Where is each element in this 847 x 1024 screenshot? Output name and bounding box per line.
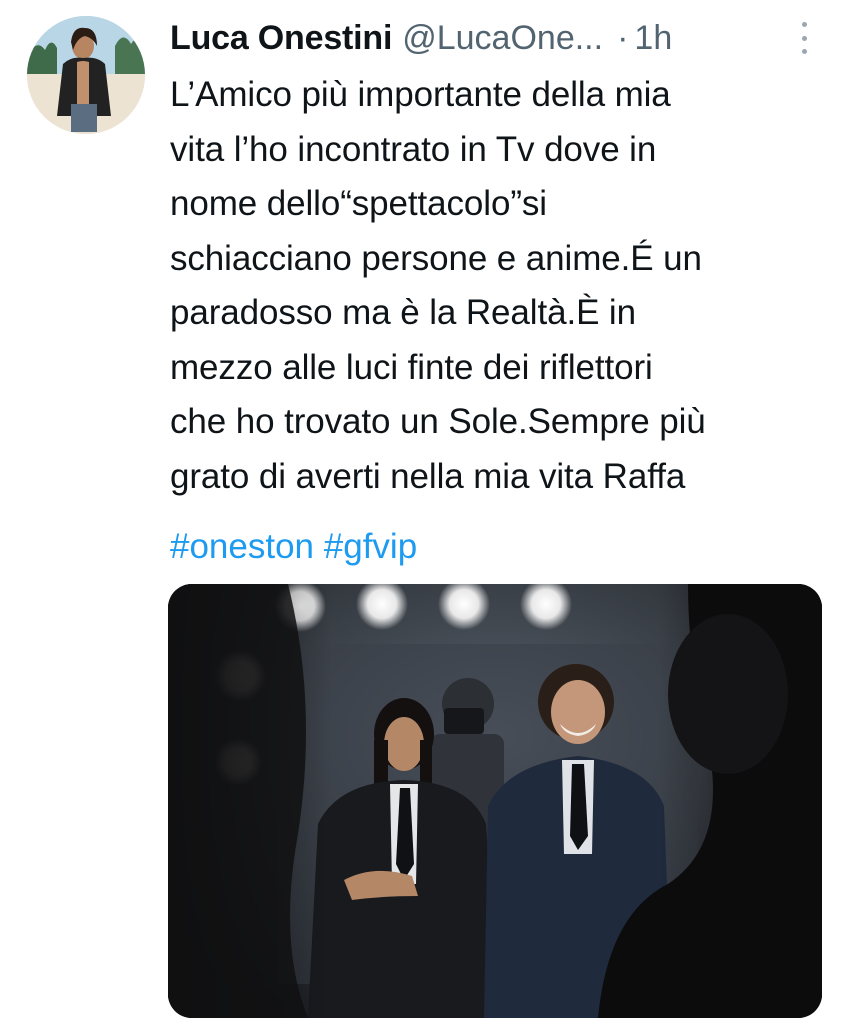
- hashtag-oneston[interactable]: #oneston: [170, 527, 314, 566]
- author-handle[interactable]: @LucaOne...: [402, 19, 603, 58]
- tweet-text-line: schiacciano persone e anime.É un: [170, 238, 702, 278]
- tweet-text-line: vita l’ho incontrato in Tv dove in: [170, 129, 657, 169]
- author-avatar[interactable]: [27, 16, 145, 134]
- hashtag-gfvip[interactable]: #gfvip: [324, 527, 417, 566]
- tweet-media-photo[interactable]: [168, 584, 822, 1018]
- author-name[interactable]: Luca Onestini: [170, 19, 392, 58]
- tweet-text-line: nome dello“spettacolo”si: [170, 184, 547, 223]
- tweet-text-line: paradosso ma è la Realtà.È in: [170, 293, 636, 332]
- hashtag-row: #oneston #gfvip: [170, 520, 417, 575]
- tweet-text: L’Amico più importante della mia vita l’…: [170, 68, 830, 504]
- tweet[interactable]: Luca Onestini @LucaOne... · 1h L’Amico p…: [0, 0, 847, 1024]
- tweet-text-line: che ho trovato un Sole.Sempre più: [170, 402, 706, 441]
- photo-two-men-in-suits-mirror: [168, 584, 822, 1018]
- tweet-timestamp[interactable]: 1h: [634, 19, 672, 58]
- tweet-text-line: L’Amico più importante della mia: [170, 75, 671, 114]
- avatar-photo: [27, 16, 145, 134]
- tweet-text-line: mezzo alle luci finte dei riflettori: [170, 347, 653, 387]
- tweet-header: Luca Onestini @LucaOne... · 1h: [170, 14, 807, 62]
- tweet-text-line: grato di averti nella mia vita Raffa: [170, 456, 686, 496]
- separator-dot: ·: [617, 18, 629, 57]
- more-vertical-icon[interactable]: [799, 22, 809, 54]
